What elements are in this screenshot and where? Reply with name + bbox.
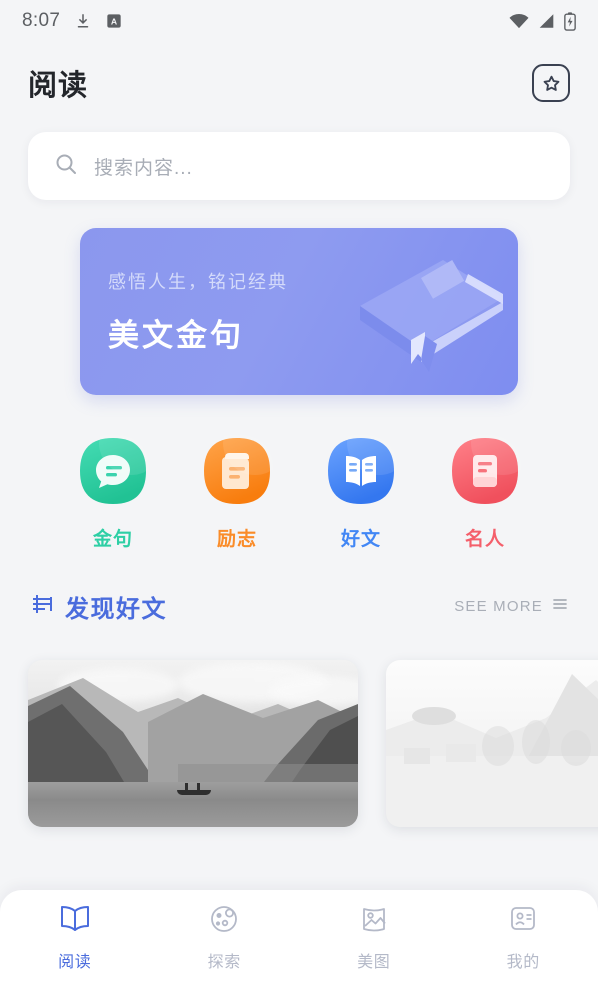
- book-3d-illustration: [325, 236, 510, 391]
- promo-banner-subtitle: 感悟人生，铭记经典: [108, 272, 288, 292]
- stacked-pages-icon: [30, 593, 56, 620]
- page-title: 阅读: [28, 70, 89, 102]
- bottom-navigation: 阅读 探索 美图 我的: [0, 890, 598, 998]
- nav-item-reading[interactable]: 阅读: [0, 904, 150, 972]
- image-landscape-icon: [358, 904, 390, 939]
- promo-banner[interactable]: 感悟人生，铭记经典 美文金句: [80, 228, 518, 395]
- hamburger-icon: [552, 597, 568, 616]
- download-icon: [74, 12, 92, 30]
- profile-card-icon: [507, 904, 539, 939]
- app-badge-a-icon: A: [106, 13, 122, 29]
- cellular-signal-icon: [538, 13, 555, 29]
- woman-mountain-photo: [386, 660, 598, 827]
- section-title: 发现好文: [65, 596, 167, 623]
- search-icon: [54, 152, 78, 181]
- open-book-icon: [325, 435, 397, 507]
- promo-banner-section: 感悟人生，铭记经典 美文金句: [0, 200, 598, 395]
- section-header-left: 发现好文: [30, 589, 167, 624]
- category-item-lizhi[interactable]: 励志: [197, 435, 277, 551]
- nav-item-profile[interactable]: 我的: [449, 904, 598, 972]
- category-item-haowen[interactable]: 好文: [321, 435, 401, 551]
- app-screen: 8:07 A 阅读 搜索内容... 感悟人生，铭记经典 美文金句 金句 励志 好…: [0, 0, 598, 998]
- open-book-icon: [58, 904, 92, 939]
- nav-item-explore[interactable]: 探索: [150, 904, 300, 972]
- category-label: 金句: [92, 529, 133, 550]
- nav-label: 阅读: [58, 954, 92, 971]
- article-card-list: [0, 624, 598, 827]
- svg-text:A: A: [111, 16, 118, 26]
- notebook-icon: [201, 435, 273, 507]
- nav-label: 探索: [207, 954, 241, 971]
- search-section: 搜索内容...: [0, 114, 598, 200]
- status-bar-right: [509, 11, 576, 31]
- search-placeholder: 搜索内容...: [94, 157, 193, 179]
- see-more-button[interactable]: SEE MORE: [454, 597, 568, 616]
- battery-charging-icon: [564, 11, 576, 31]
- category-label: 好文: [340, 529, 381, 550]
- nav-label: 美图: [357, 954, 391, 971]
- nav-label: 我的: [506, 954, 540, 971]
- category-item-mingren[interactable]: 名人: [445, 435, 525, 551]
- see-more-label: SEE MORE: [454, 598, 543, 615]
- promo-banner-title: 美文金句: [108, 318, 244, 353]
- status-bar-left: 8:07 A: [22, 10, 122, 32]
- category-label: 名人: [464, 529, 505, 550]
- category-item-jinju[interactable]: 金句: [73, 435, 153, 551]
- article-card[interactable]: [386, 660, 598, 827]
- article-card[interactable]: [28, 660, 358, 827]
- star-square-icon[interactable]: [532, 64, 570, 102]
- promo-banner-text: 感悟人生，铭记经典 美文金句: [108, 268, 288, 355]
- speech-bubble-icon: [77, 435, 149, 507]
- document-card-icon: [449, 435, 521, 507]
- compass-planet-icon: [208, 904, 240, 939]
- status-time: 8:07: [22, 10, 61, 31]
- category-label: 励志: [216, 529, 257, 550]
- search-input[interactable]: 搜索内容...: [28, 132, 570, 200]
- wifi-icon: [509, 13, 529, 29]
- section-header: 发现好文 SEE MORE: [0, 551, 598, 624]
- nav-item-gallery[interactable]: 美图: [299, 904, 449, 972]
- category-row: 金句 励志 好文 名人: [0, 395, 598, 551]
- app-header: 阅读: [0, 52, 598, 114]
- boat-detail: [176, 783, 211, 796]
- status-bar: 8:07 A: [0, 0, 598, 42]
- lake-mountain-photo: [28, 660, 358, 827]
